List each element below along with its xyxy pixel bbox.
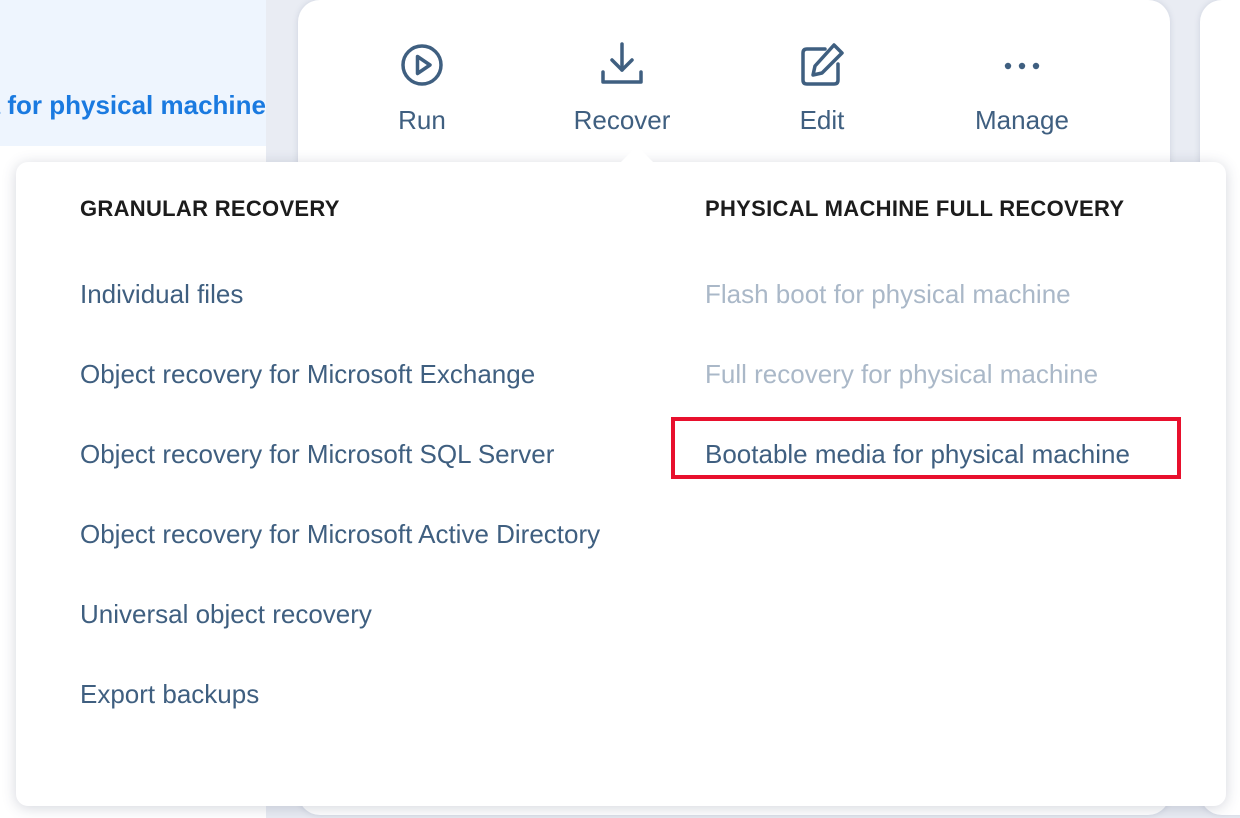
edit-button-label: Edit xyxy=(799,105,845,135)
menu-item-exchange-recovery[interactable]: Object recovery for Microsoft Exchange xyxy=(80,358,535,390)
menu-item-individual-files[interactable]: Individual files xyxy=(80,278,243,310)
menu-item-export-backups[interactable]: Export backups xyxy=(80,678,259,710)
manage-button[interactable]: Manage xyxy=(942,40,1102,144)
recover-button[interactable]: Recover xyxy=(542,40,702,144)
recover-button-label: Recover xyxy=(573,105,671,135)
menu-item-flash-boot: Flash boot for physical machine xyxy=(705,279,1071,309)
recover-dropdown-menu: GRANULAR RECOVERY Individual files Objec… xyxy=(16,146,1226,806)
manage-button-label: Manage xyxy=(975,105,1069,135)
physical-machine-recovery-heading: PHYSICAL MACHINE FULL RECOVERY xyxy=(705,196,1125,221)
menu-item-sql-server-recovery[interactable]: Object recovery for Microsoft SQL Server xyxy=(80,438,554,470)
more-horizontal-icon xyxy=(1004,62,1040,70)
menu-item-universal-object-recovery[interactable]: Universal object recovery xyxy=(80,598,372,630)
run-button-label: Run xyxy=(398,105,446,135)
left-panel-item-link[interactable]: Bootable media for physical machine xyxy=(0,88,266,122)
menu-item-active-directory-recovery[interactable]: Object recovery for Microsoft Active Dir… xyxy=(80,518,600,550)
play-circle-icon xyxy=(401,44,443,86)
edit-icon xyxy=(801,43,844,86)
granular-recovery-heading: GRANULAR RECOVERY xyxy=(80,196,340,221)
left-panel-selected-item[interactable]: Bootable media for physical machine xyxy=(0,0,266,146)
run-button[interactable]: Run xyxy=(342,40,502,144)
edit-button[interactable]: Edit xyxy=(742,40,902,144)
bootable-media-highlight xyxy=(671,417,1181,479)
dropdown-caret xyxy=(620,146,654,163)
download-icon xyxy=(601,42,643,84)
menu-item-full-recovery: Full recovery for physical machine xyxy=(705,359,1099,389)
